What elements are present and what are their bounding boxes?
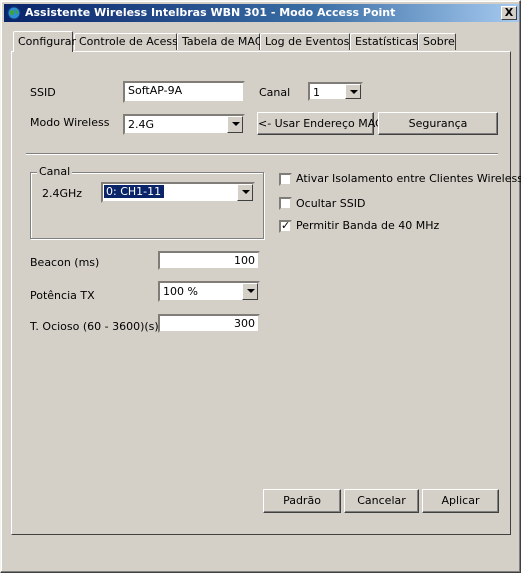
window-title: Assistente Wireless Intelbras WBN 301 - … [25,6,396,19]
potencia-select[interactable]: 100 % [158,281,260,302]
tab-estatisticas[interactable]: Estatísticas [350,33,418,50]
channel-select-value: 0: CH1-11 [104,185,165,198]
main-window: Assistente Wireless Intelbras WBN 301 - … [0,0,521,573]
padrao-button[interactable]: Padrão [263,489,341,513]
separator [26,153,498,155]
banda-40mhz-label[interactable]: Permitir Banda de 40 MHz [296,219,439,232]
tab-tabela-de-mac[interactable]: Tabela de MAC [177,33,262,50]
aplicar-button[interactable]: Aplicar [422,489,499,513]
banda-40mhz-checkbox[interactable] [279,219,292,233]
close-button[interactable]: X [501,6,517,20]
ocioso-label: T. Ocioso (60 - 3600)(s) [30,320,159,333]
isolamento-checkbox[interactable] [279,173,292,186]
tab-log-de-eventos[interactable]: Log de Eventos [260,33,350,50]
beacon-label: Beacon (ms) [30,256,100,269]
potencia-select-value: 100 % [163,285,198,298]
potencia-label: Potência TX [30,289,95,302]
chevron-down-icon[interactable] [345,84,361,99]
ssid-label: SSID [30,86,56,99]
ocioso-input[interactable]: 300 [158,314,260,333]
canal-label: Canal [259,86,291,99]
modo-wireless-value: 2.4G [128,118,155,131]
tab-sobre[interactable]: Sobre [418,33,456,50]
cancelar-button[interactable]: Cancelar [344,489,419,513]
seguranca-button[interactable]: Segurança [378,112,498,135]
canal-select-value: 1 [313,86,320,99]
chevron-down-icon[interactable] [237,184,253,201]
modo-wireless-select[interactable]: 2.4G [123,114,245,135]
ocultar-ssid-checkbox[interactable] [279,197,292,210]
app-globe-icon [7,6,21,20]
chevron-down-icon[interactable] [242,283,258,300]
tab-configurar[interactable]: Configurar [13,31,76,52]
tab-controle-de-acesso[interactable]: Controle de Acesso [74,33,185,50]
title-bar[interactable]: Assistente Wireless Intelbras WBN 301 - … [4,4,519,22]
canal-select[interactable]: 1 [308,82,363,101]
usar-mac-button[interactable]: <- Usar Endereço MAC [257,112,383,135]
modo-wireless-label: Modo Wireless [30,116,110,129]
channel-select[interactable]: 0: CH1-11 [101,182,255,203]
band-label: 2.4GHz [42,187,83,200]
isolamento-label[interactable]: Ativar Isolamento entre Clientes Wireles… [296,172,521,185]
chevron-down-icon[interactable] [227,116,243,133]
close-icon: X [504,6,514,19]
ocultar-ssid-label[interactable]: Ocultar SSID [296,197,366,210]
ssid-input[interactable]: SoftAP-9A [123,81,245,103]
canal-group-title: Canal [37,165,73,178]
beacon-input[interactable]: 100 [158,251,260,270]
